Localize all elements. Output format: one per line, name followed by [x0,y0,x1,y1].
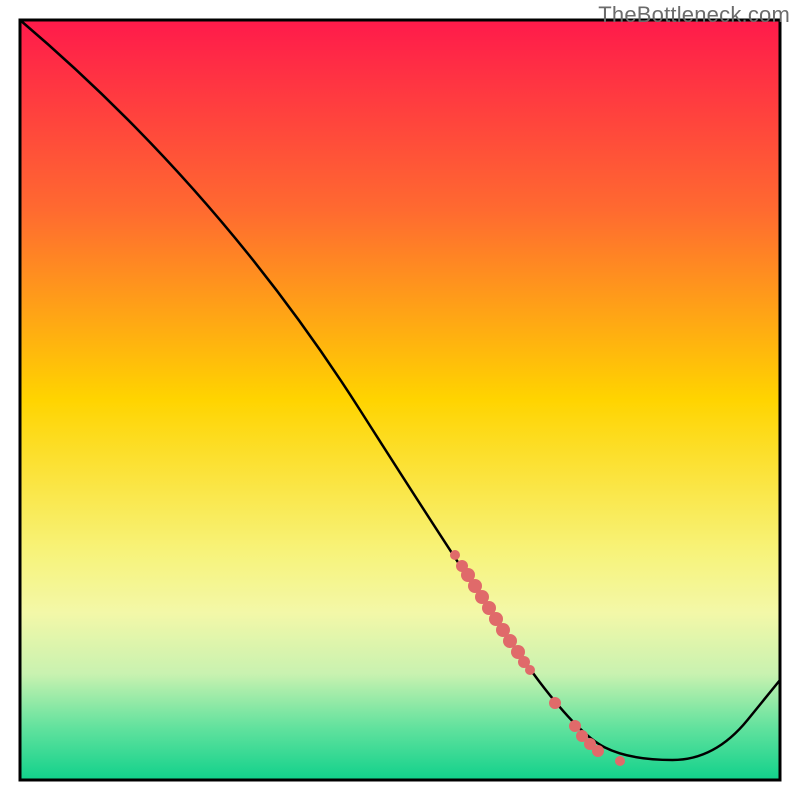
chart-canvas: TheBottleneck.com [0,0,800,800]
scatter-point [569,720,581,732]
scatter-point [592,745,604,757]
scatter-point [549,697,561,709]
chart-svg [0,0,800,800]
plot-area [20,20,780,780]
scatter-point [615,756,625,766]
scatter-point [525,665,535,675]
scatter-point [450,550,460,560]
watermark-text: TheBottleneck.com [598,2,790,28]
